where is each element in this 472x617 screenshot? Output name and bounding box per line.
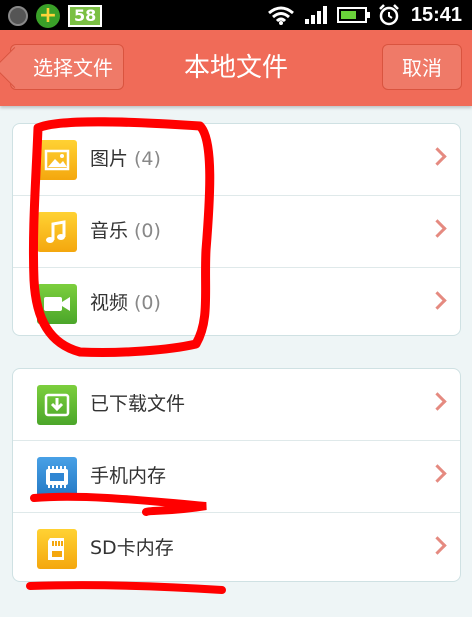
memory-chip-icon [37,457,77,497]
list-item-label: 已下载文件 [90,393,186,415]
cancel-button[interactable]: 取消 [382,44,462,90]
annotation-underline-2 [26,581,226,594]
status-badge: 58 [68,5,103,27]
list-item-label: 视频 [90,292,129,314]
notification-dot-icon [8,6,28,26]
chevron-right-icon [428,464,447,483]
list-item-downloads[interactable]: 已下载文件 [13,369,460,441]
app-header: 本地文件 选择文件 取消 [0,30,472,106]
item-count: (0) [134,292,161,314]
sd-card-icon [37,529,77,569]
chevron-right-icon [428,291,447,310]
signal-icon [304,6,327,24]
clock: 15:41 [410,3,462,26]
image-icon [37,140,77,180]
list-item-label: SD卡内存 [90,537,174,559]
list-item-label: 音乐 [90,220,129,242]
item-count: (0) [134,220,161,242]
chevron-right-icon [428,147,447,166]
storage-list: 已下载文件 手机内存 SD卡内存 [12,368,461,582]
list-item-label: 手机内存 [90,465,167,487]
chevron-right-icon [428,219,447,238]
alarm-icon [378,4,399,26]
battery-icon [336,7,370,23]
media-category-list: 图片 (4) 音乐 (0) 视频 (0) [12,123,461,336]
list-item-label: 图片 [90,148,129,170]
download-box-icon [37,385,77,425]
music-icon [37,212,77,252]
list-item-phone-memory[interactable]: 手机内存 [13,441,460,513]
status-bar: + 58 15:41 [0,0,472,30]
chevron-right-icon [428,392,447,411]
item-count: (4) [134,148,161,170]
video-icon [37,284,77,324]
list-item-sd-card[interactable]: SD卡内存 [13,513,460,584]
wifi-icon [267,6,294,25]
chevron-right-icon [428,536,447,555]
back-button[interactable]: 选择文件 [10,44,124,90]
back-button-label: 选择文件 [33,56,113,80]
list-item-videos[interactable]: 视频 (0) [13,268,460,339]
list-item-images[interactable]: 图片 (4) [13,124,460,196]
list-item-music[interactable]: 音乐 (0) [13,196,460,268]
plus-icon: + [36,4,60,28]
